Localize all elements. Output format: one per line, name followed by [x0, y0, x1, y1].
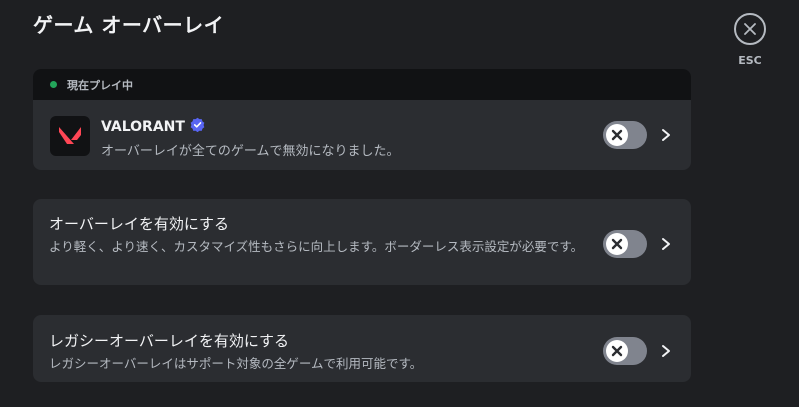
- chevron-right-icon[interactable]: [660, 128, 672, 142]
- toggle-knob: [606, 340, 628, 362]
- game-description: オーバーレイが全てのゲームで無効になりました。: [101, 144, 400, 159]
- enable-overlay-card[interactable]: オーバーレイを有効にする より軽く、より速く、カスタマイズ性もさらに向上します。…: [33, 199, 691, 285]
- enable-overlay-toggle[interactable]: [603, 230, 647, 258]
- x-icon: [611, 238, 623, 250]
- legacy-overlay-card[interactable]: レガシーオーバーレイを有効にする レガシーオーバーレイはサポート対象の全ゲームで…: [33, 315, 691, 382]
- chevron-right-icon[interactable]: [660, 344, 672, 358]
- x-icon: [611, 345, 623, 357]
- game-name-row: VALORANT: [101, 117, 399, 136]
- game-text: VALORANT オーバーレイが全てのゲームで無効になりました。: [101, 117, 399, 159]
- now-playing-card: 現在プレイ中 VALORANT オーバーレイが全てのゲームで無効になりました。: [33, 69, 691, 170]
- now-playing-header: 現在プレイ中: [33, 69, 691, 100]
- legacy-overlay-text: レガシーオーバーレイを有効にする レガシーオーバーレイはサポート対象の全ゲームで…: [49, 330, 589, 372]
- game-name: VALORANT: [101, 118, 185, 135]
- enable-overlay-description: より軽く、より速く、カスタマイズ性もさらに向上します。ボーダーレス表示設定が必要…: [49, 239, 584, 254]
- now-playing-label: 現在プレイ中: [67, 78, 133, 92]
- esc-label: ESC: [738, 54, 762, 67]
- enable-overlay-text: オーバーレイを有効にする より軽く、より速く、カスタマイズ性もさらに向上します。…: [49, 213, 589, 255]
- toggle-knob: [606, 124, 628, 146]
- valorant-logo-icon: [50, 116, 90, 156]
- legacy-overlay-title: レガシーオーバーレイを有効にする: [49, 332, 290, 350]
- status-dot: [50, 81, 57, 88]
- page-title: ゲーム オーバーレイ: [33, 13, 225, 37]
- esc-control: ESC: [732, 13, 768, 67]
- close-button[interactable]: [734, 13, 766, 45]
- game-overlay-settings: ゲーム オーバーレイ ESC 現在プレイ中 VALORANT オーバーレイが全て…: [0, 0, 799, 407]
- game-overlay-toggle[interactable]: [603, 121, 647, 149]
- close-icon: [744, 23, 756, 35]
- x-icon: [611, 129, 623, 141]
- legacy-overlay-toggle[interactable]: [603, 337, 647, 365]
- toggle-knob: [606, 233, 628, 255]
- legacy-overlay-description: レガシーオーバーレイはサポート対象の全ゲームで利用可能です。: [49, 356, 423, 371]
- enable-overlay-title: オーバーレイを有効にする: [49, 215, 230, 233]
- chevron-right-icon[interactable]: [660, 237, 672, 251]
- verified-icon: [190, 117, 205, 136]
- game-row[interactable]: VALORANT オーバーレイが全てのゲームで無効になりました。: [33, 100, 691, 170]
